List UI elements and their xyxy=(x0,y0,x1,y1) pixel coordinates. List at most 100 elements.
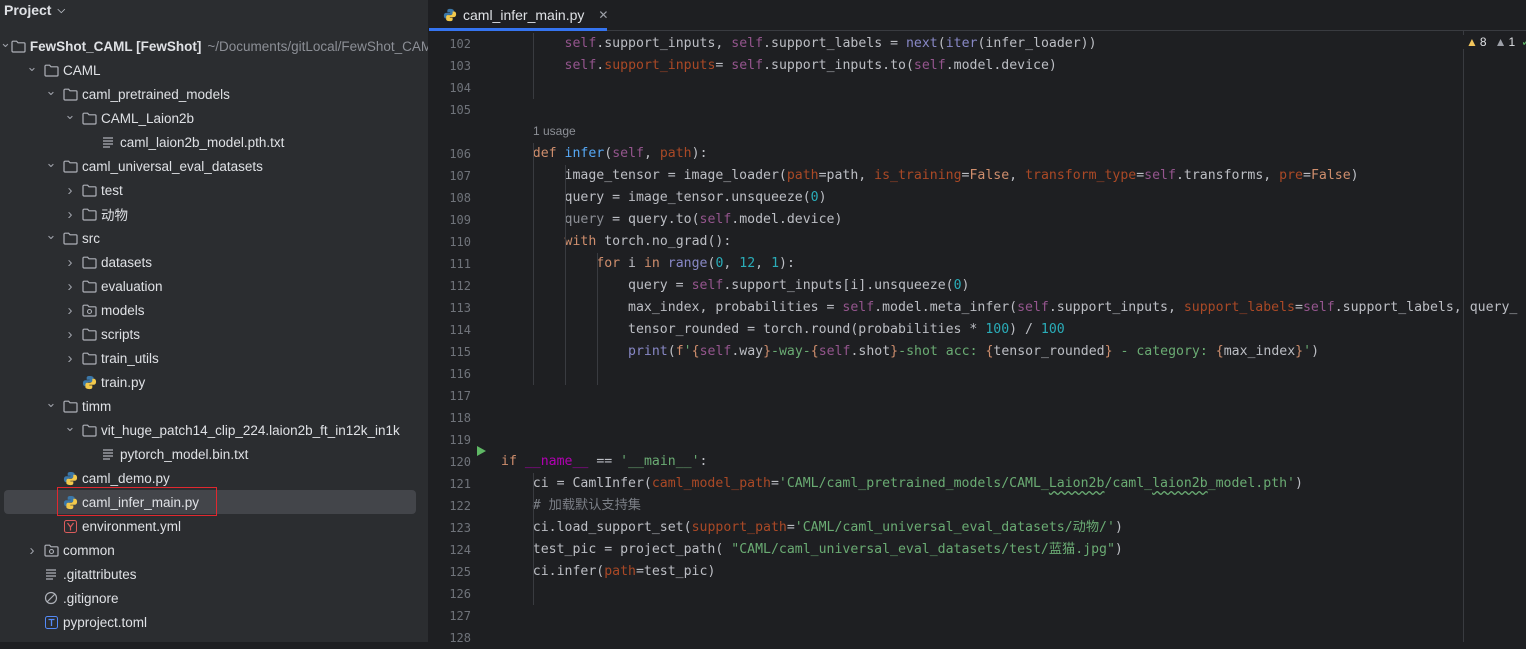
folder-icon xyxy=(62,86,78,102)
chevron-down-icon[interactable]: ⌄ xyxy=(0,35,11,51)
code-line[interactable]: print(f'{self.way}-way-{self.shot}-shot … xyxy=(501,341,1319,363)
tree-item[interactable]: › train_utils xyxy=(0,346,428,370)
tree-item-label: test xyxy=(101,182,123,198)
python-file-icon xyxy=(62,494,78,510)
tab-caml-infer-main[interactable]: caml_infer_main.py ✕ xyxy=(429,0,608,31)
tree-item-label: evaluation xyxy=(101,278,163,294)
chevron-down-icon[interactable]: ⌵ xyxy=(57,5,65,16)
tree-item[interactable]: environment.yml xyxy=(0,514,428,538)
code-line[interactable]: ci = CamlInfer(caml_model_path='CAML/cam… xyxy=(501,473,1303,495)
tree-item[interactable]: › test xyxy=(0,178,428,202)
tree-item-label: environment.yml xyxy=(82,518,182,534)
chevron-right-icon[interactable]: › xyxy=(63,254,77,271)
tree-item[interactable]: caml_demo.py xyxy=(0,466,428,490)
weak-warning-count: 1 xyxy=(1508,35,1516,49)
tree-item[interactable]: ⌄ caml_universal_eval_datasets xyxy=(0,154,428,178)
tree-item[interactable]: .gitattributes xyxy=(0,562,428,586)
code-line[interactable]: self.support_inputs= self.support_inputs… xyxy=(501,55,1057,77)
python-file-icon xyxy=(443,7,457,23)
run-icon[interactable] xyxy=(475,445,487,457)
code-line[interactable]: query = query.to(self.model.device) xyxy=(501,209,843,231)
code-line[interactable]: if __name__ == '__main__': xyxy=(501,451,708,473)
line-number: 108 xyxy=(449,191,471,205)
code-line[interactable]: max_index, probabilities = self.model.me… xyxy=(501,297,1517,319)
python-file-icon xyxy=(62,470,78,486)
code-line[interactable]: def infer(self, path): xyxy=(501,143,708,165)
chevron-down-icon[interactable]: ⌄ xyxy=(44,155,58,171)
line-number: 102 xyxy=(449,37,471,51)
chevron-down-icon[interactable]: ⌄ xyxy=(25,59,39,75)
tree-item[interactable]: ⌄ src xyxy=(0,226,428,250)
editor-tab-bar: caml_infer_main.py ✕ xyxy=(429,0,1526,31)
tree-item[interactable]: ⌄ vit_huge_patch14_clip_224.laion2b_ft_in… xyxy=(0,418,428,442)
folder-icon xyxy=(81,350,97,366)
inspection-widget[interactable]: ▲ 8 ▲ 1 ✓ xyxy=(1462,35,1526,49)
folder-icon xyxy=(81,254,97,270)
chevron-right-icon[interactable]: › xyxy=(63,206,77,223)
line-number: 112 xyxy=(449,279,471,293)
chevron-right-icon[interactable]: › xyxy=(63,326,77,343)
code-line[interactable]: test_pic = project_path( "CAML/caml_univ… xyxy=(501,539,1123,561)
code-line[interactable]: with torch.no_grad(): xyxy=(501,231,732,253)
tree-item[interactable]: pyproject.toml xyxy=(0,610,428,634)
project-view-selector[interactable]: Project ⌵ xyxy=(4,1,65,19)
chevron-down-icon[interactable]: ⌄ xyxy=(63,107,77,123)
right-margin-guide xyxy=(1463,30,1464,642)
text-file-icon xyxy=(100,446,116,462)
tree-item[interactable]: › scripts xyxy=(0,322,428,346)
chevron-right-icon[interactable]: › xyxy=(25,542,39,559)
line-number: 121 xyxy=(449,477,471,491)
tree-item[interactable]: ⌄ CAML_Laion2b xyxy=(0,106,428,130)
folder-icon xyxy=(81,206,97,222)
tree-item[interactable]: › models xyxy=(0,298,428,322)
tree-item[interactable]: › evaluation xyxy=(0,274,428,298)
tree-item[interactable]: › datasets xyxy=(0,250,428,274)
tree-item[interactable]: › common xyxy=(0,538,428,562)
tree-item[interactable]: › 动物 xyxy=(0,202,428,226)
code-line[interactable]: for i in range(0, 12, 1): xyxy=(501,253,795,275)
line-number: 103 xyxy=(449,59,471,73)
tree-item[interactable]: ⌄ CAML xyxy=(0,58,428,82)
chevron-down-icon[interactable]: ⌄ xyxy=(44,83,58,99)
code-line[interactable]: query = self.support_inputs[i].unsqueeze… xyxy=(501,275,969,297)
chevron-down-icon[interactable]: ⌄ xyxy=(63,419,77,435)
tree-item[interactable]: train.py xyxy=(0,370,428,394)
tree-item[interactable]: pytorch_model.bin.txt xyxy=(0,442,428,466)
folder-icon xyxy=(43,62,59,78)
folder-icon xyxy=(81,110,97,126)
line-number: 117 xyxy=(449,389,471,403)
usage-hint[interactable]: 1 usage xyxy=(533,122,576,140)
code-area[interactable]: self.support_inputs, self.support_labels… xyxy=(501,30,1526,642)
chevron-right-icon[interactable]: › xyxy=(63,350,77,367)
close-icon[interactable]: ✕ xyxy=(598,8,608,22)
tree-item[interactable]: ⌄ FewShot_CAML [FewShot] ~/Documents/gitLo… xyxy=(0,34,428,58)
warning-icon: ▲ xyxy=(1466,35,1478,49)
text-file-icon xyxy=(43,566,59,582)
toml-file-icon xyxy=(43,614,59,630)
line-number: 116 xyxy=(449,367,471,381)
package-folder-icon xyxy=(43,542,59,558)
tree-item[interactable]: .gitignore xyxy=(0,586,428,610)
code-line[interactable]: ci.load_support_set(support_path='CAML/c… xyxy=(501,517,1123,539)
tree-item[interactable]: caml_infer_main.py xyxy=(4,490,416,514)
tree-item-label: CAML xyxy=(63,62,101,78)
tree-item-label: datasets xyxy=(101,254,153,270)
code-line[interactable]: # 加载默认支持集 xyxy=(501,495,641,517)
chevron-down-icon[interactable]: ⌄ xyxy=(44,395,58,411)
line-number: 114 xyxy=(449,323,471,337)
tree-item[interactable]: caml_laion2b_model.pth.txt xyxy=(0,130,428,154)
code-line[interactable]: self.support_inputs, self.support_labels… xyxy=(501,33,1097,55)
chevron-right-icon[interactable]: › xyxy=(63,278,77,295)
chevron-right-icon[interactable]: › xyxy=(63,182,77,199)
tree-item[interactable]: ⌄ timm xyxy=(0,394,428,418)
chevron-down-icon[interactable]: ⌄ xyxy=(44,227,58,243)
code-line[interactable]: image_tensor = image_loader(path=path, i… xyxy=(501,165,1359,187)
folder-icon xyxy=(81,422,97,438)
chevron-right-icon[interactable]: › xyxy=(63,302,77,319)
indent-guide xyxy=(533,473,534,605)
code-line[interactable]: query = image_tensor.unsqueeze(0) xyxy=(501,187,827,209)
tree-item-label: train_utils xyxy=(101,350,159,366)
code-line[interactable]: tensor_rounded = torch.round(probabiliti… xyxy=(501,319,1065,341)
tree-item[interactable]: ⌄ caml_pretrained_models xyxy=(0,82,428,106)
line-number-gutter: 102 103 104 105 106 107 108 109 110 111 112 113 114 1… xyxy=(429,30,499,645)
